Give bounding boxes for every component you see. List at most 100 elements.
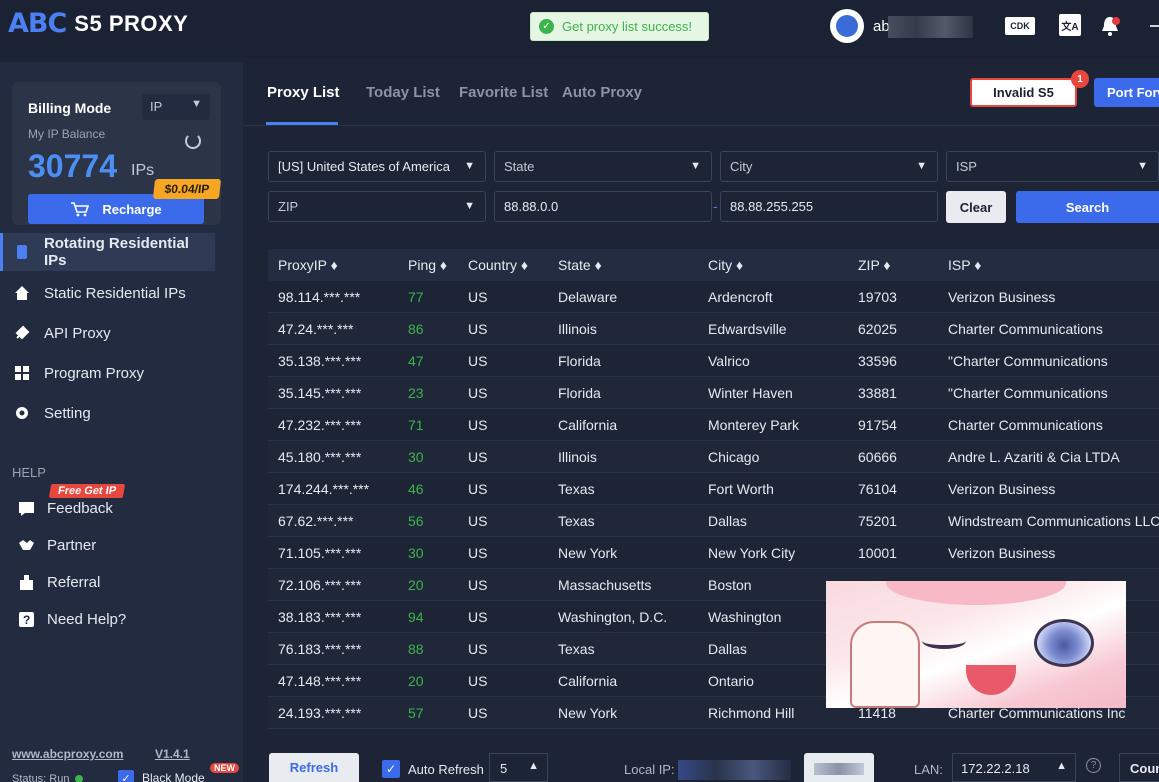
sidebar-item-program-proxy[interactable]: Program Proxy [0, 354, 215, 392]
free-get-ip-badge[interactable]: Free Get IP [48, 484, 126, 498]
auto-refresh-interval-value: 5 [500, 761, 508, 776]
cell-country: US [468, 609, 488, 625]
isp-select-value: ISP [956, 159, 977, 174]
column-header-isp[interactable]: ISP ♦ [948, 257, 981, 273]
cell-city: Monterey Park [708, 417, 800, 433]
column-header-country[interactable]: Country ♦ [468, 257, 528, 273]
cell-state: Texas [558, 481, 595, 497]
cell-ping: 88 [408, 641, 424, 657]
tab-proxy-list[interactable]: Proxy List [267, 84, 340, 101]
lan-select[interactable]: 172.22.2.18 ▲ [952, 753, 1076, 782]
minimize-icon[interactable] [1150, 25, 1159, 27]
column-header-proxyip[interactable]: ProxyIP ♦ [278, 257, 338, 273]
city-select[interactable]: City ▼ [720, 151, 938, 182]
cell-city: Ardencroft [708, 289, 773, 305]
country-select[interactable]: [US] United States of America ▼ [268, 151, 486, 182]
black-mode-toggle[interactable]: ✓ Black Mode [118, 770, 205, 782]
cell-city: Valrico [708, 353, 750, 369]
cell-ping: 94 [408, 609, 424, 625]
cell-state: Florida [558, 385, 601, 401]
cell-proxyip: 35.138.***.*** [278, 353, 362, 369]
sidebar-item-label: API Proxy [44, 324, 111, 342]
feedback-icon [19, 501, 34, 516]
sidebar-item-static-residential[interactable]: Static Residential IPs [0, 274, 215, 312]
chevron-down-icon: ▼ [464, 160, 475, 172]
translate-icon[interactable]: 文A [1059, 14, 1081, 36]
search-button[interactable]: Search [1016, 191, 1159, 223]
sidebar-item-rotating-residential[interactable]: Rotating Residential IPs [0, 233, 215, 271]
cell-zip: 76104 [858, 481, 897, 497]
clear-button[interactable]: Clear [946, 191, 1006, 223]
question-circle-icon[interactable]: ? [1086, 758, 1101, 773]
cell-proxyip: 45.180.***.*** [278, 449, 362, 465]
cell-city: Dallas [708, 641, 747, 657]
column-header-ping[interactable]: Ping ♦ [408, 257, 447, 273]
tab-auto-proxy[interactable]: Auto Proxy [562, 84, 642, 101]
cell-ping: 20 [408, 673, 424, 689]
local-ip-action-redacted [814, 763, 864, 775]
local-ip-label: Local IP: [624, 762, 675, 777]
billing-card: Billing Mode IP ▼ My IP Balance 30774 IP… [12, 82, 222, 225]
zip-select[interactable]: ZIP ▼ [268, 191, 486, 222]
column-header-state[interactable]: State ♦ [558, 257, 602, 273]
country-button[interactable]: Country [1119, 753, 1159, 782]
balance-value: 30774 [28, 148, 117, 184]
cell-proxyip: 71.105.***.*** [278, 545, 362, 561]
auto-refresh-checkbox[interactable]: ✓ [382, 760, 400, 778]
chevron-up-icon: ▲ [528, 760, 539, 772]
cell-country: US [468, 449, 488, 465]
cell-country: US [468, 353, 488, 369]
invalid-s5-button[interactable]: Invalid S5 [970, 78, 1077, 107]
cell-proxyip: 174.244.***.*** [278, 481, 370, 497]
question-icon: ? [19, 611, 34, 627]
auto-refresh-interval-select[interactable]: 5 ▲ [489, 753, 548, 782]
chevron-down-icon: ▼ [464, 200, 475, 212]
cell-proxyip: 98.114.***.*** [278, 289, 361, 305]
tab-today-list[interactable]: Today List [366, 84, 440, 101]
country-select-value: [US] United States of America [278, 159, 450, 174]
checkbox-checked-icon[interactable]: ✓ [118, 770, 134, 782]
avatar[interactable] [830, 9, 864, 43]
billing-mode-value: IP [150, 99, 163, 114]
billing-mode-select[interactable]: IP ▼ [142, 94, 210, 120]
sidebar-item-setting[interactable]: Setting [0, 394, 215, 432]
cell-ping: 71 [408, 417, 424, 433]
help-item-label: Referral [47, 573, 101, 591]
port-forwarding-button[interactable]: Port Forwarding [1094, 78, 1159, 107]
cdk-button[interactable]: CDK [1005, 17, 1035, 35]
website-link[interactable]: www.abcproxy.com [12, 747, 123, 761]
help-item-referral[interactable]: Referral [18, 571, 100, 593]
ip-range-end-input[interactable]: 88.88.255.255 [720, 191, 938, 222]
isp-select[interactable]: ISP ▼ [946, 151, 1159, 182]
help-item-need-help[interactable]: ? Need Help? [18, 608, 126, 630]
chevron-down-icon: ▼ [1137, 160, 1148, 172]
cell-city: Dallas [708, 513, 747, 529]
cell-state: Washington, D.C. [558, 609, 668, 625]
refresh-button[interactable]: Refresh [269, 753, 359, 782]
sidebar-item-api-proxy[interactable]: API Proxy [0, 314, 215, 352]
help-item-partner[interactable]: Partner [18, 534, 96, 556]
user-icon [836, 15, 858, 37]
refresh-icon[interactable] [185, 133, 201, 149]
chevron-down-icon: ▼ [191, 98, 202, 110]
cell-state: Texas [558, 641, 595, 657]
cell-proxyip: 35.145.***.*** [278, 385, 362, 401]
state-select[interactable]: State ▼ [494, 151, 712, 182]
chevron-down-icon: ▼ [690, 160, 701, 172]
zip-select-value: ZIP [278, 199, 299, 214]
cell-isp: Charter Communications [948, 321, 1103, 337]
sticker-hair [886, 581, 1066, 605]
column-header-city[interactable]: City ♦ [708, 257, 743, 273]
column-header-zip[interactable]: ZIP ♦ [858, 257, 891, 273]
sticker-mouth [966, 665, 1016, 695]
cell-isp: Charter Communications [948, 417, 1103, 433]
cell-ping: 20 [408, 577, 424, 593]
cell-state: Illinois [558, 321, 597, 337]
cell-city: Richmond Hill [708, 705, 795, 721]
cell-ping: 57 [408, 705, 424, 721]
help-item-feedback[interactable]: Feedback [18, 497, 113, 519]
tab-favorite-list[interactable]: Favorite List [459, 84, 548, 101]
ip-range-start-input[interactable]: 88.88.0.0 [494, 191, 712, 222]
cell-ping: 30 [408, 545, 424, 561]
grid-icon [15, 366, 29, 380]
